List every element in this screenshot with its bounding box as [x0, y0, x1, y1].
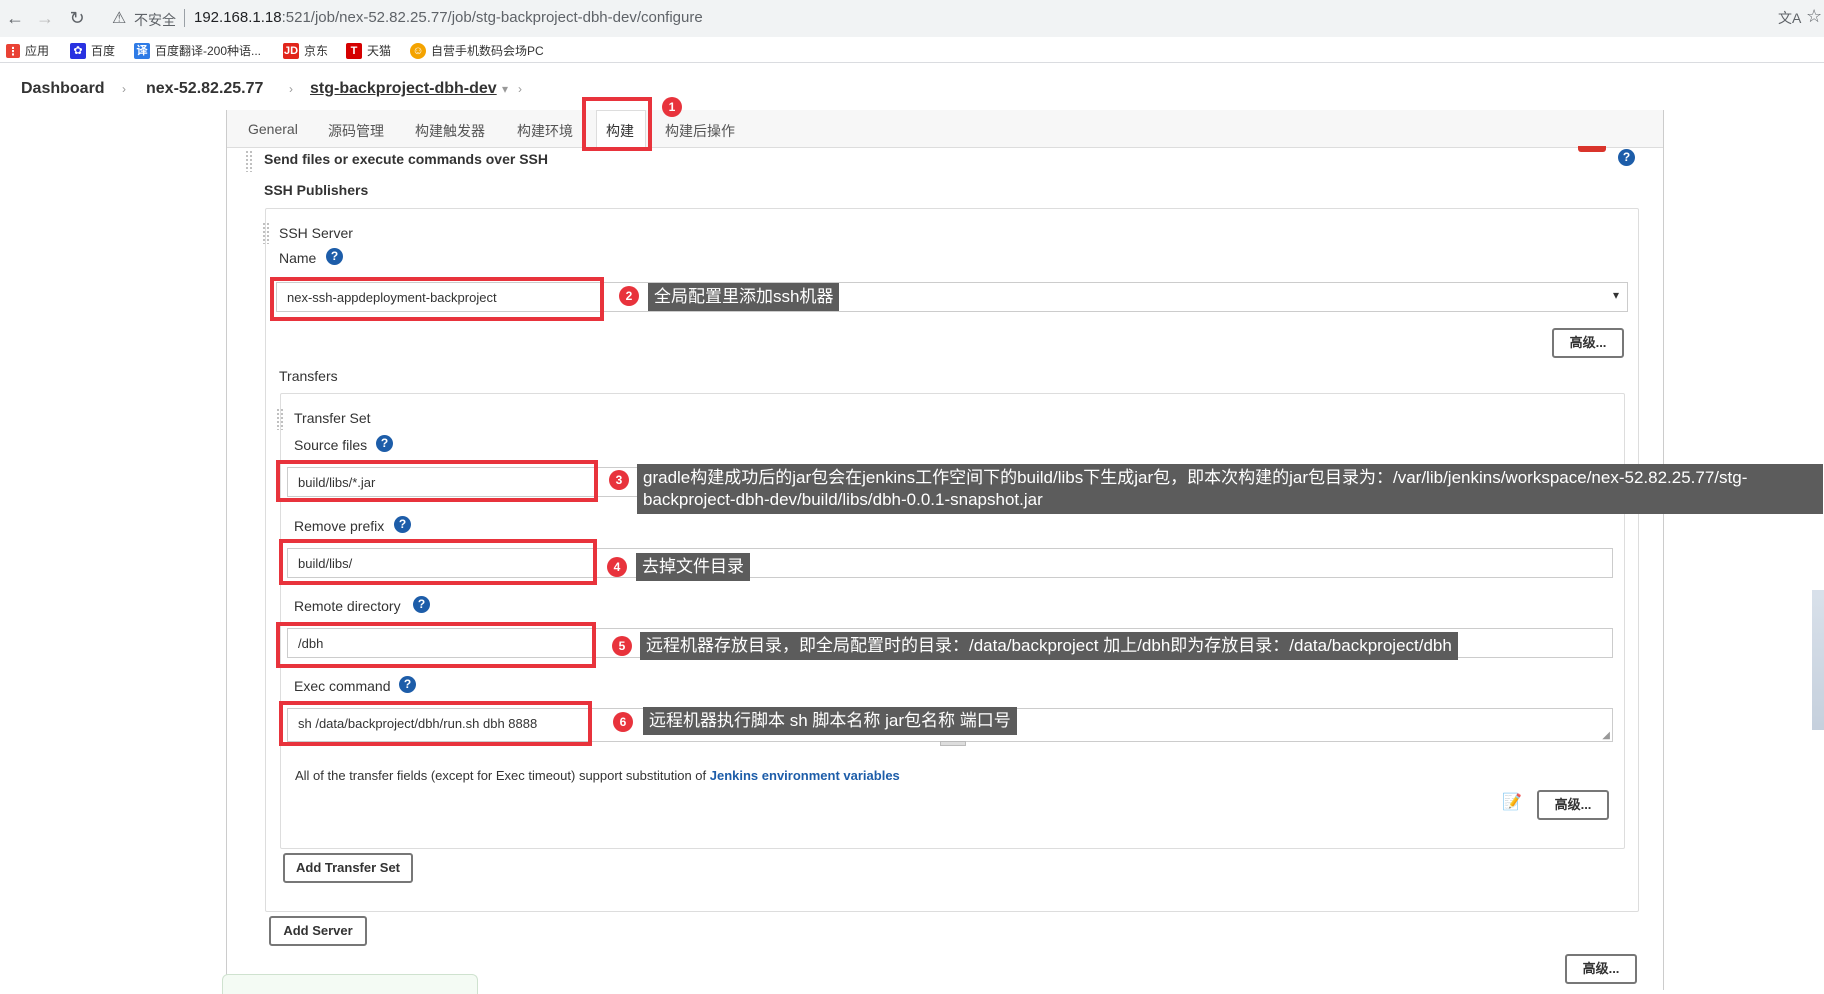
annotation-frame-6 — [279, 701, 592, 746]
transfer-set-title: Transfer Set — [294, 410, 371, 426]
ssh-publishers-title: SSH Publishers — [264, 182, 369, 198]
breadcrumb-chevron-icon: › — [289, 82, 293, 96]
help-icon[interactable]: ? — [413, 596, 430, 613]
browser-address-bar: ← → ↻ ⚠ 不安全 192.168.1.18:521/job/nex-52.… — [0, 0, 1824, 37]
annotation-badge-4: 4 — [607, 557, 627, 577]
url-path: :521/job/nex-52.82.25.77/job/stg-backpro… — [281, 9, 703, 26]
add-transfer-set-button[interactable]: Add Transfer Set — [283, 853, 413, 883]
baidu-paw-icon: ✿ — [70, 42, 86, 59]
bookmark-baidu[interactable]: ✿ 百度 — [70, 42, 115, 59]
chevron-down-icon: ▾ — [1612, 288, 1619, 302]
annotation-callout-6: 远程机器执行脚本 sh 脚本名称 jar包名称 端口号 — [643, 707, 1017, 735]
bottom-notification-box — [222, 974, 478, 994]
annotation-callout-2: 全局配置里添加ssh机器 — [648, 283, 840, 311]
annotation-badge-6: 6 — [613, 712, 633, 732]
remote-directory-label: Remote directory — [294, 598, 401, 614]
breadcrumb-job[interactable]: stg-backproject-dbh-dev — [310, 80, 497, 98]
delete-section-icon[interactable] — [1578, 146, 1606, 152]
substitution-note: All of the transfer fields (except for E… — [295, 768, 900, 783]
annotation-badge-3: 3 — [609, 470, 629, 490]
forward-arrow-icon[interactable]: → — [34, 7, 56, 29]
jd-logo-icon: JD — [283, 42, 299, 59]
url-text: 192.168.1.18:521/job/nex-52.82.25.77/job… — [194, 9, 703, 26]
help-icon[interactable]: ? — [376, 435, 393, 452]
breadcrumb-chevron-icon: › — [122, 82, 126, 96]
annotation-callout-3-line2: backproject-dbh-dev/build/libs/dbh-0.0.1… — [643, 490, 1043, 509]
url-host: 192.168.1.18 — [194, 9, 282, 26]
notepad-icon[interactable]: 📝 — [1502, 792, 1524, 812]
store-icon: ☺ — [410, 42, 426, 59]
transfer-advanced-button[interactable]: 高级... — [1537, 790, 1609, 820]
textarea-expand-handle[interactable] — [940, 741, 966, 746]
tab-post-build[interactable]: 构建后操作 — [665, 121, 735, 141]
env-variables-link[interactable]: Jenkins environment variables — [710, 768, 900, 783]
annotation-frame-4 — [279, 539, 597, 585]
side-floating-widget[interactable] — [1812, 590, 1824, 730]
remove-prefix-label: Remove prefix — [294, 518, 385, 534]
annotation-frame-3 — [276, 460, 598, 502]
breadcrumb-chevron-icon: › — [518, 82, 522, 96]
translate-icon: 译 — [134, 42, 150, 59]
tab-triggers[interactable]: 构建触发器 — [415, 121, 485, 141]
annotation-frame-1 — [582, 97, 652, 151]
annotation-callout-5: 远程机器存放目录，即全局配置时的目录：/data/backproject 加上/… — [640, 632, 1458, 660]
annotation-callout-3-line1: gradle构建成功后的jar包会在jenkins工作空间下的build/lib… — [643, 468, 1748, 487]
substitution-note-text: All of the transfer fields (except for E… — [295, 768, 710, 783]
drag-handle-icon[interactable] — [262, 222, 270, 244]
annotation-badge-2: 2 — [619, 286, 639, 306]
breadcrumb-dashboard[interactable]: Dashboard — [21, 80, 105, 98]
bookmark-store[interactable]: ☺ 自营手机数码会场PC — [410, 42, 544, 59]
jenkins-breadcrumb-bar — [0, 64, 1824, 116]
apps-grid-icon: ⋮ — [6, 43, 20, 58]
bookmark-label: 京东 — [304, 44, 329, 58]
bookmark-label: 百度翻译-200种语... — [155, 44, 262, 58]
annotation-badge-5: 5 — [612, 636, 632, 656]
reload-icon[interactable]: ↻ — [66, 7, 88, 29]
bookmark-label: 自营手机数码会场PC — [431, 44, 544, 58]
annotation-callout-4: 去掉文件目录 — [636, 553, 750, 581]
bookmark-apps[interactable]: ⋮ 应用 — [6, 42, 49, 59]
back-arrow-icon[interactable]: ← — [4, 7, 26, 29]
bookmark-label: 天猫 — [367, 44, 392, 58]
drag-handle-icon[interactable] — [245, 150, 253, 172]
bookmark-baidu-translate[interactable]: 译百度翻译-200种语... — [134, 42, 261, 59]
add-server-button[interactable]: Add Server — [269, 916, 367, 946]
server-advanced-button[interactable]: 高级... — [1552, 328, 1624, 358]
bookmarks-bar: ⋮ 应用 ✿ 百度 译百度翻译-200种语... JD 京东 T 天猫 ☺ 自营手机数码会… — [0, 37, 1824, 63]
url-separator — [184, 9, 185, 27]
drag-handle-icon[interactable] — [276, 408, 284, 430]
warning-triangle-icon: ⚠ — [112, 10, 127, 27]
resize-handle-icon[interactable]: ◢ — [1602, 730, 1610, 741]
annotation-badge-1: 1 — [662, 97, 682, 117]
help-icon[interactable]: ? — [326, 248, 343, 265]
bookmark-label: 应用 — [25, 44, 50, 58]
insecure-label: 不安全 — [134, 12, 176, 28]
exec-command-label: Exec command — [294, 678, 391, 694]
tab-scm[interactable]: 源码管理 — [328, 121, 384, 141]
help-icon[interactable]: ? — [399, 676, 416, 693]
ssh-server-title: SSH Server — [279, 225, 353, 241]
annotation-frame-2 — [270, 277, 604, 321]
tmall-logo-icon: T — [346, 42, 362, 59]
bookmark-star-icon[interactable]: ☆ — [1806, 6, 1822, 27]
name-label: Name — [279, 250, 317, 266]
transfers-label: Transfers — [279, 368, 338, 384]
tab-general[interactable]: General — [248, 121, 298, 137]
url-omnibox[interactable]: ⚠ 不安全 192.168.1.18:521/job/nex-52.82.25.… — [100, 3, 1760, 34]
annotation-frame-5 — [276, 622, 596, 668]
ssh-section-title: Send files or execute commands over SSH — [264, 151, 548, 167]
help-icon[interactable]: ? — [394, 516, 411, 533]
translate-page-icon[interactable]: 文A — [1778, 8, 1801, 28]
breadcrumb-folder[interactable]: nex-52.82.25.77 — [146, 80, 263, 98]
caret-down-icon[interactable]: ▾ — [502, 82, 508, 96]
source-files-label: Source files — [294, 437, 368, 453]
bookmark-jd[interactable]: JD 京东 — [283, 42, 328, 59]
help-icon[interactable]: ? — [1618, 149, 1635, 166]
bookmark-label: 百度 — [91, 44, 116, 58]
bookmark-tmall[interactable]: T 天猫 — [346, 42, 391, 59]
tab-build-env[interactable]: 构建环境 — [517, 121, 573, 141]
annotation-callout-3: gradle构建成功后的jar包会在jenkins工作空间下的build/lib… — [637, 464, 1823, 514]
publisher-advanced-button[interactable]: 高级... — [1565, 954, 1637, 984]
